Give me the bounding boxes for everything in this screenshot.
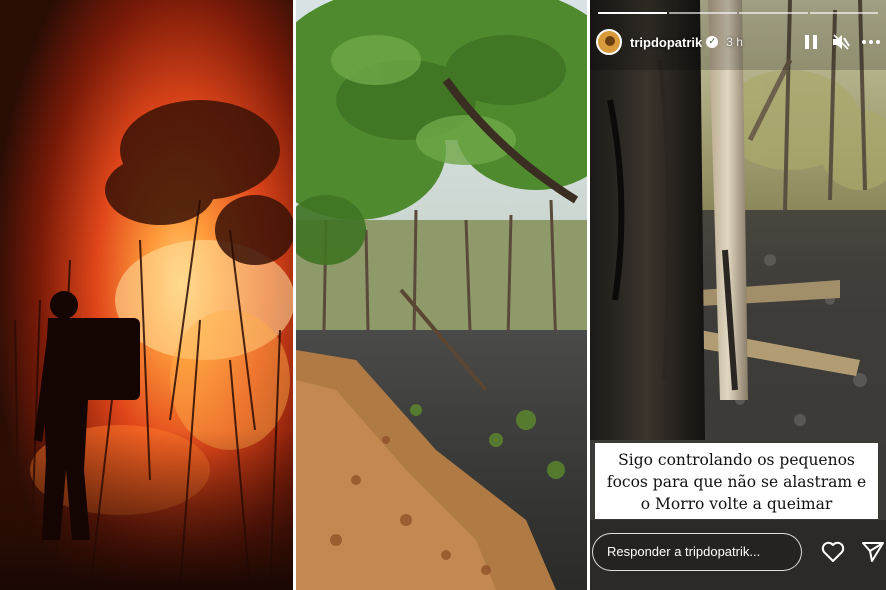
send-icon[interactable]	[860, 539, 886, 565]
story-username[interactable]: tripdopatrik	[630, 35, 702, 50]
reply-input[interactable]: Responder a tripdopatrik...	[592, 533, 803, 571]
story-reply-bar: Responder a tripdopatrik...	[590, 530, 886, 574]
wildfire-photo	[0, 0, 293, 590]
verified-badge-icon: ✓	[706, 36, 719, 48]
photo-collage: tripdopatrik ✓ 3 h Sigo controlando os p…	[0, 0, 886, 590]
woodland-scene	[296, 0, 587, 590]
story-progress-segment	[809, 12, 878, 14]
story-progress-bar	[598, 12, 878, 14]
pause-icon[interactable]	[802, 33, 820, 51]
story-progress-segment	[598, 12, 667, 14]
caption-line: o Morro volte a queimar	[640, 495, 833, 513]
story-header: tripdopatrik ✓ 3 h	[596, 26, 880, 58]
instagram-story: tripdopatrik ✓ 3 h Sigo controlando os p…	[590, 0, 886, 590]
story-progress-segment	[739, 12, 808, 14]
more-icon[interactable]	[862, 33, 880, 51]
caption-line: focos para que não se alastram e	[606, 473, 867, 491]
burned-woodland-photo	[296, 0, 587, 590]
story-progress-segment	[668, 12, 737, 14]
story-controls	[802, 33, 880, 51]
heart-icon[interactable]	[820, 539, 846, 565]
wildfire-scene	[0, 0, 293, 590]
story-timestamp: 3 h	[726, 35, 743, 49]
caption-line: Sigo controlando os pequenos	[618, 451, 855, 469]
story-caption: Sigo controlando os pequenos focos para …	[595, 443, 878, 519]
mute-icon[interactable]	[832, 33, 850, 51]
avatar[interactable]	[596, 29, 622, 55]
